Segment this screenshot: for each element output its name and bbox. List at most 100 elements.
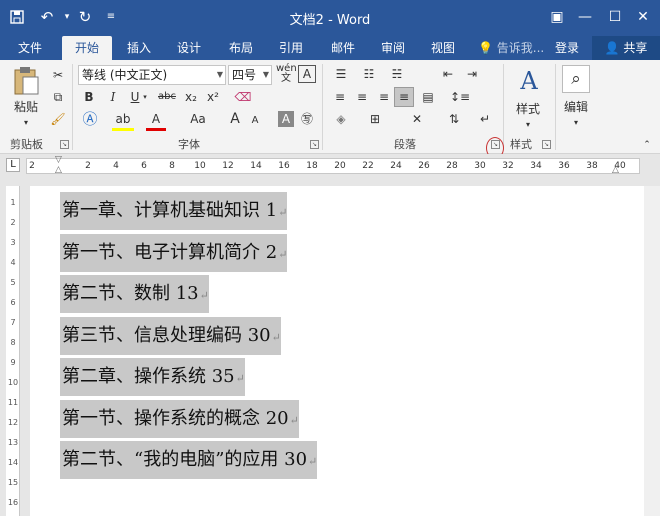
line-spacing-icon[interactable]: ↕≡ [448, 88, 472, 106]
copy-icon[interactable]: ⧉ [48, 88, 68, 106]
ruler-tick-label: 32 [502, 161, 514, 171]
styles-dropdown-icon[interactable]: ▾ [520, 116, 536, 134]
first-line-indent-marker[interactable]: ▽ [55, 156, 62, 165]
character-shading-icon[interactable]: A [278, 111, 294, 127]
vertical-scrollbar[interactable] [644, 186, 660, 516]
paste-icon[interactable] [10, 66, 42, 96]
text-effects-icon[interactable]: Ⓐ [80, 110, 100, 128]
document-paragraph[interactable]: 第一节、电子计算机简介 2↵ [60, 234, 288, 272]
share-button[interactable]: 👤 共享 [592, 36, 660, 60]
tab-layout[interactable]: 布局 [220, 36, 262, 60]
increase-indent-icon[interactable]: ⇥ [462, 65, 482, 83]
collapse-ribbon-icon[interactable]: ⌃ [640, 136, 654, 154]
bullets-icon[interactable]: ☰ [330, 65, 352, 83]
editing-dropdown-icon[interactable]: ▾ [568, 114, 584, 132]
font-size-combo[interactable]: 四号 ▼ [228, 65, 272, 85]
subscript-button[interactable]: x₂ [182, 88, 200, 106]
tab-file[interactable]: 文件 [8, 36, 52, 60]
document-paragraph[interactable]: 第二节、“我的电脑”的应用 30↵ [60, 441, 318, 479]
minimize-icon[interactable]: — [572, 5, 598, 29]
styles-icon[interactable]: A [514, 66, 544, 96]
document-paragraph[interactable]: 第一章、计算机基础知识 1↵ [60, 192, 288, 230]
shrink-font-button[interactable]: A [246, 112, 264, 130]
align-center-icon[interactable]: ≡ [352, 88, 372, 106]
share-label: 共享 [623, 41, 648, 55]
vertical-ruler-tick-label: 7 [10, 318, 16, 327]
font-color-icon[interactable]: A [146, 110, 166, 131]
ribbon-display-icon[interactable]: ▣ [544, 5, 570, 29]
ruler-tick-label: 22 [362, 161, 374, 171]
close-icon[interactable]: ✕ [630, 5, 656, 29]
borders-icon[interactable]: ⊞ [364, 110, 386, 128]
vertical-ruler-tick-label: 5 [10, 278, 16, 287]
tab-design[interactable]: 设计 [168, 36, 210, 60]
maximize-icon[interactable]: ☐ [602, 5, 628, 29]
paragraph-text: 第一节、操作系统的概念 20 [62, 408, 289, 429]
format-painter-icon[interactable]: 🖌 [48, 110, 68, 128]
font-name-value: 等线 (中文正文) [82, 68, 168, 82]
paste-dropdown-icon[interactable]: ▾ [18, 114, 34, 132]
tab-mailings[interactable]: 邮件 [322, 36, 364, 60]
ruler-tick-label: 4 [113, 161, 119, 171]
paragraph-text: 第二章、操作系统 35 [62, 366, 235, 387]
clear-formatting-icon[interactable]: ⌫ [234, 88, 252, 106]
strikethrough-button[interactable]: abc [156, 88, 178, 106]
tab-review[interactable]: 审阅 [372, 36, 414, 60]
vertical-ruler-tick-label: 2 [10, 218, 16, 227]
left-indent-marker[interactable]: △ [55, 166, 62, 175]
tell-me-label: 告诉我... [496, 41, 545, 55]
font-size-value: 四号 [232, 68, 257, 82]
chinese-layout-icon[interactable]: ✕ [406, 110, 428, 128]
bold-button[interactable]: B [80, 88, 98, 106]
character-border-icon[interactable]: A [298, 65, 316, 83]
font-launcher-icon[interactable]: ↘ [310, 140, 319, 149]
show-formatting-icon[interactable]: ↵ [476, 110, 494, 128]
shading-icon[interactable]: ◈ [330, 110, 352, 128]
document-paragraph[interactable]: 第三节、信息处理编码 30↵ [60, 317, 281, 355]
ruler-tick-label: 24 [390, 161, 402, 171]
ruler-tick-label: 14 [250, 161, 262, 171]
underline-dropdown-icon[interactable]: ▾ [140, 88, 150, 106]
tell-me-box[interactable]: 💡 告诉我... [478, 36, 544, 60]
tab-view[interactable]: 视图 [422, 36, 464, 60]
tab-home[interactable]: 开始 [62, 36, 112, 60]
grow-font-button[interactable]: A [226, 110, 244, 128]
italic-button[interactable]: I [104, 88, 122, 106]
document-paragraph[interactable]: 第一节、操作系统的概念 20↵ [60, 400, 299, 438]
clipboard-launcher-icon[interactable]: ↘ [60, 140, 69, 149]
multilevel-list-icon[interactable]: ☵ [386, 65, 408, 83]
change-case-icon[interactable]: Aa [188, 110, 208, 128]
paragraph-group-label: 段落 [394, 138, 416, 151]
login-button[interactable]: 登录 [555, 36, 579, 60]
ruler-tick-label: 40 [614, 161, 626, 171]
highlight-color-icon[interactable]: ab [112, 110, 134, 131]
font-name-combo[interactable]: 等线 (中文正文) ▼ [78, 65, 226, 85]
ruler-tick-label: 6 [141, 161, 147, 171]
paragraph-mark-icon: ↵ [199, 289, 209, 302]
sort-icon[interactable]: ⇅ [444, 110, 464, 128]
document-paragraph[interactable]: 第二章、操作系统 35↵ [60, 358, 245, 396]
document-paragraph[interactable]: 第二节、数制 13↵ [60, 275, 209, 313]
decrease-indent-icon[interactable]: ⇤ [438, 65, 458, 83]
ruler-tick-label: 20 [334, 161, 346, 171]
styles-group-label: 样式 [510, 138, 532, 151]
tab-selector[interactable]: L [6, 158, 20, 172]
ruler-tick-label: 36 [558, 161, 570, 171]
enclose-characters-icon[interactable]: ㊢ [298, 110, 316, 128]
distributed-icon[interactable]: ▤ [418, 88, 438, 106]
phonetic-guide-icon[interactable]: wén 文 [276, 64, 297, 84]
lightbulb-icon: 💡 [478, 41, 493, 55]
align-left-icon[interactable]: ≡ [330, 88, 350, 106]
tab-references[interactable]: 引用 [270, 36, 312, 60]
numbering-icon[interactable]: ☷ [358, 65, 380, 83]
justify-icon[interactable]: ≡ [394, 87, 414, 107]
search-icon[interactable]: ⌕ [562, 65, 590, 93]
styles-launcher-icon[interactable]: ↘ [542, 140, 551, 149]
cut-icon[interactable]: ✂ [48, 66, 68, 84]
align-right-icon[interactable]: ≡ [374, 88, 394, 106]
tab-insert[interactable]: 插入 [118, 36, 160, 60]
vertical-ruler-tick-label: 9 [10, 358, 16, 367]
superscript-button[interactable]: x² [204, 88, 222, 106]
vertical-ruler-tick-label: 16 [7, 498, 19, 507]
vertical-ruler-tick-label: 14 [7, 458, 19, 467]
